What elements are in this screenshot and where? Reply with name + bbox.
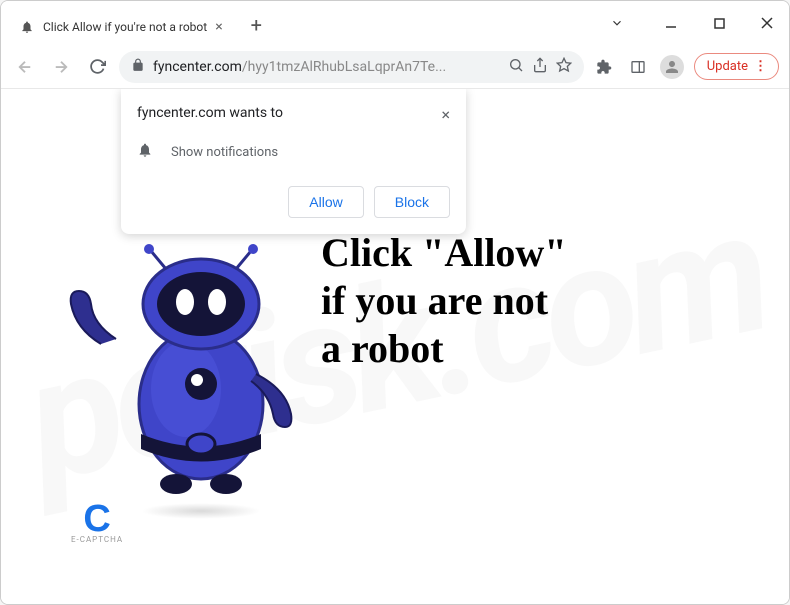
maximize-button[interactable] [704, 8, 734, 38]
main-headline: Click "Allow" if you are not a robot [321, 229, 567, 373]
close-tab-icon[interactable]: × [215, 19, 222, 35]
allow-button[interactable]: Allow [288, 186, 363, 218]
bookmark-star-icon[interactable] [556, 57, 572, 77]
browser-window: Click Allow if you're not a robot × + fy… [0, 0, 790, 605]
bell-icon [137, 142, 153, 162]
reload-button[interactable] [83, 53, 111, 81]
close-icon[interactable]: × [441, 105, 450, 124]
zoom-icon[interactable] [508, 57, 524, 77]
page-content: pcrisk.com fyncenter.com wants to × Show… [1, 89, 789, 604]
tab-title: Click Allow if you're not a robot [43, 20, 207, 34]
toolbar-right: Update ⋮ [592, 53, 779, 80]
headline-line-3: a robot [321, 325, 567, 373]
captcha-label: E-CAPTCHA [71, 535, 123, 544]
headline-line-1: Click "Allow" [321, 229, 567, 277]
robot-shadow [141, 503, 261, 519]
permission-title: fyncenter.com wants to [137, 105, 283, 121]
sidepanel-icon[interactable] [626, 55, 650, 79]
back-button[interactable] [11, 53, 39, 81]
share-icon[interactable] [532, 57, 548, 77]
block-button[interactable]: Block [374, 186, 450, 218]
address-bar[interactable]: fyncenter.com/hyy1tmzAlRhubLsaLqprAn7Te.… [119, 51, 584, 83]
new-tab-button[interactable]: + [243, 9, 270, 41]
forward-button[interactable] [47, 53, 75, 81]
close-window-button[interactable] [752, 8, 782, 38]
chevron-down-icon[interactable] [602, 8, 632, 38]
notification-permission-dialog: fyncenter.com wants to × Show notificati… [121, 89, 466, 234]
url-text: fyncenter.com/hyy1tmzAlRhubLsaLqprAn7Te.… [153, 59, 500, 75]
browser-tab[interactable]: Click Allow if you're not a robot × [9, 9, 233, 45]
profile-avatar[interactable] [660, 55, 684, 79]
robot-illustration [41, 209, 321, 529]
page-body: Click "Allow" if you are not a robot [1, 209, 789, 529]
titlebar: Click Allow if you're not a robot × + [1, 1, 789, 45]
window-controls [602, 8, 782, 38]
bell-favicon [19, 19, 35, 35]
menu-dots-icon: ⋮ [754, 59, 766, 74]
minimize-button[interactable] [656, 8, 686, 38]
extensions-icon[interactable] [592, 55, 616, 79]
update-button[interactable]: Update ⋮ [694, 53, 779, 80]
toolbar: fyncenter.com/hyy1tmzAlRhubLsaLqprAn7Te.… [1, 45, 789, 89]
update-label: Update [707, 59, 748, 74]
headline-line-2: if you are not [321, 277, 567, 325]
e-captcha-badge: C E-CAPTCHA [71, 498, 123, 544]
lock-icon [131, 57, 145, 76]
permission-item: Show notifications [171, 145, 278, 160]
